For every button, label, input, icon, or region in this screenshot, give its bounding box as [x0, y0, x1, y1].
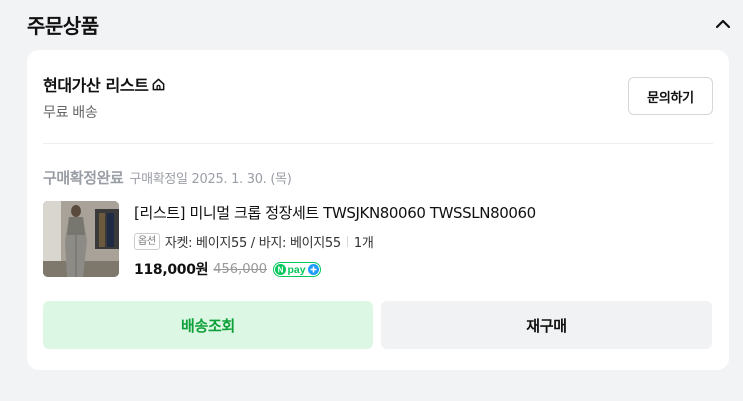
- shipping-info: 무료 배송: [43, 105, 98, 121]
- chevron-up-icon[interactable]: [713, 14, 733, 34]
- store-name[interactable]: 현대가산 리스트: [43, 72, 149, 96]
- svg-text:N: N: [278, 265, 284, 274]
- order-status: 구매확정완료: [43, 169, 124, 187]
- product-thumbnail[interactable]: [43, 201, 119, 277]
- product-name[interactable]: [리스트] 미니멀 크롭 정장세트 TWSJKN80060 TWSSLN8006…: [134, 202, 713, 223]
- reorder-button[interactable]: 재구매: [381, 301, 712, 349]
- npay-icon: N pay: [273, 261, 322, 277]
- option-badge: 옵션: [134, 233, 160, 250]
- order-card: 현대가산 리스트 무료 배송 문의하기 구매확정완료 구매확정일 2025. 1…: [27, 50, 729, 370]
- quantity: 1개: [353, 236, 374, 251]
- confirm-date: 구매확정일 2025. 1. 30. (목): [129, 172, 292, 187]
- section-title: 주문상품: [27, 13, 99, 38]
- order-status-row: 구매확정완료 구매확정일 2025. 1. 30. (목): [43, 167, 292, 188]
- option-text: 자켓: 베이지55 / 바지: 베이지55: [164, 236, 341, 251]
- original-price: 456,000: [213, 261, 268, 277]
- price-line: 118,000원 456,000 N pay: [134, 259, 713, 279]
- store-name-line[interactable]: 현대가산 리스트: [43, 72, 713, 96]
- home-icon[interactable]: [151, 76, 167, 92]
- track-delivery-button[interactable]: 배송조회: [43, 301, 373, 349]
- price: 118,000원: [134, 262, 209, 278]
- option-line: 옵션 자켓: 베이지55 / 바지: 베이지55 1개: [134, 232, 713, 251]
- divider: [43, 143, 713, 144]
- separator: [346, 236, 348, 247]
- inquiry-button[interactable]: 문의하기: [628, 77, 713, 115]
- product-info: [리스트] 미니멀 크롭 정장세트 TWSJKN80060 TWSSLN8006…: [134, 202, 713, 279]
- order-items-header: 주문상품: [27, 9, 733, 39]
- store-row: 현대가산 리스트 무료 배송 문의하기: [43, 72, 713, 121]
- npay-label: pay: [288, 264, 306, 276]
